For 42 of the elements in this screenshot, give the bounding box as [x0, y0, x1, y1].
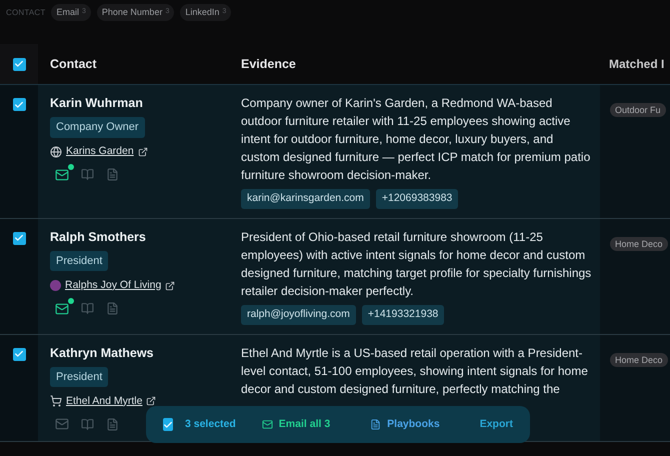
- contact-name: Karin Wuhrman: [50, 95, 144, 111]
- mail-icon[interactable]: [55, 302, 69, 316]
- column-header: Contact: [50, 56, 97, 73]
- checkbox[interactable]: [12, 348, 26, 360]
- company-link[interactable]: Karins Garden: [66, 144, 134, 160]
- checkbox[interactable]: [163, 418, 173, 431]
- contact-chip[interactable]: karin@karinsgarden.com: [241, 189, 370, 209]
- company-link[interactable]: Ralphs Joy Of Living: [65, 278, 162, 294]
- interest-tag: Home Deco: [610, 352, 668, 366]
- cart-icon: [50, 395, 62, 408]
- selection-count: 3 selected: [185, 416, 236, 432]
- external-link-icon: [165, 280, 176, 291]
- globe-icon: [50, 146, 62, 158]
- title-tag: President: [50, 250, 108, 272]
- contact-name: Kathryn Mathews: [50, 344, 154, 360]
- checkbox[interactable]: [12, 232, 26, 245]
- external-link-icon: [138, 146, 148, 157]
- export-button[interactable]: Export: [474, 416, 519, 432]
- company-link[interactable]: Ethel And Myrtle: [66, 394, 142, 410]
- mail-icon[interactable]: [55, 168, 69, 182]
- document-icon: [370, 419, 382, 430]
- contact-chip[interactable]: +14193321938: [362, 304, 444, 324]
- title-tag: Company Owner: [50, 117, 145, 138]
- checkbox[interactable]: [12, 98, 26, 111]
- interest-tag: Home Deco: [610, 236, 668, 251]
- email-all-button[interactable]: Email all 3: [256, 416, 336, 432]
- evidence-text: Ethel And Myrtle is a US-based retail operation with a President-level contact, 51-100 employees, showing intent signals for home decor and custom designed furniture, perfectly matching the: [241, 344, 589, 398]
- checkbox[interactable]: [12, 58, 26, 70]
- evidence-text: Company owner of Karin's Garden, a Redmond WA-based outdoor furniture retailer with 11-25 employees showing active intent for outdoor furniture, home decor, luxury buyers, and custom designed furniture — perfect ICP match for premium patio furniture showroom decision-maker.: [241, 95, 592, 184]
- company-logo-icon: [50, 280, 61, 292]
- external-link-icon: [146, 396, 156, 406]
- title-tag: President: [50, 366, 108, 387]
- mail-icon: [262, 419, 273, 430]
- interest-tag: Outdoor Fu: [610, 103, 666, 117]
- column-header: Matched I: [609, 56, 664, 73]
- evidence-text: President of Ohio-based retail furniture showroom (11-25 employees) with active intent signals for home decor and custom designed furniture, matching target profile for specialty furnishings retailer decision-maker perfectly.: [241, 228, 592, 300]
- contact-chip[interactable]: ralph@joyofliving.com: [241, 304, 356, 324]
- column-header: Evidence: [241, 56, 296, 73]
- filter-label: CONTACT: [6, 6, 46, 18]
- contact-chip[interactable]: +12069383983: [376, 189, 458, 209]
- playbooks-button[interactable]: Playbooks: [364, 416, 446, 432]
- contact-name: Ralph Smothers: [50, 228, 147, 245]
